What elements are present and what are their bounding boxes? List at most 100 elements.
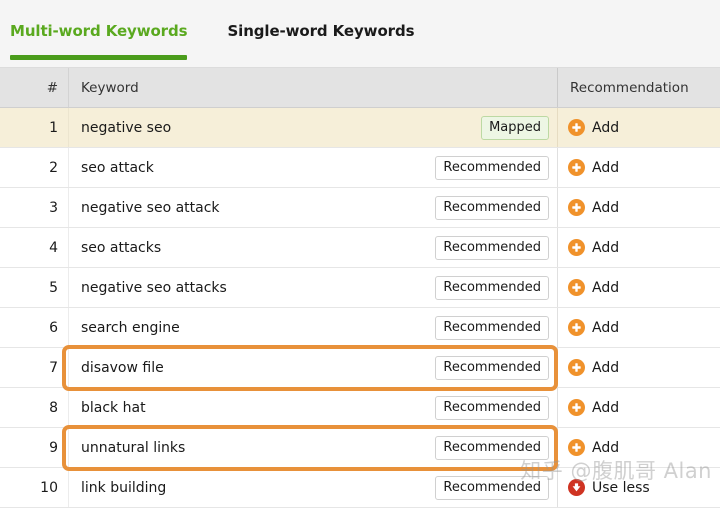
row-number: 2 <box>49 159 58 176</box>
tab-bar: Multi-word Keywords Single-word Keywords <box>0 0 720 68</box>
keyword-text: negative seo <box>81 119 172 136</box>
plus-circle-icon <box>568 159 585 176</box>
add-button[interactable]: Add <box>568 119 619 136</box>
table-row[interactable]: 10 link building Recommended Use less <box>0 468 720 508</box>
action-label: Add <box>592 279 620 296</box>
action-label: Add <box>592 399 620 416</box>
tab-single-word-keywords[interactable]: Single-word Keywords <box>203 0 428 67</box>
table-row[interactable]: 1 negative seo Mapped Add <box>0 108 720 148</box>
add-button[interactable]: Add <box>568 359 619 376</box>
keyword-cell: black hat Recommended <box>68 388 557 427</box>
action-label: Add <box>592 359 620 376</box>
action-label: Add <box>592 439 620 456</box>
tab-multi-word-keywords[interactable]: Multi-word Keywords <box>10 0 203 67</box>
column-header-keyword: Keyword <box>68 68 557 107</box>
recommendation-cell: Add <box>557 188 720 227</box>
table-row[interactable]: 5 negative seo attacks Recommended Add <box>0 268 720 308</box>
keyword-text: negative seo attacks <box>81 279 227 296</box>
add-button[interactable]: Add <box>568 159 619 176</box>
recommendation-cell: Add <box>557 388 720 427</box>
table-row[interactable]: 4 seo attacks Recommended Add <box>0 228 720 268</box>
status-badge: Recommended <box>435 275 549 300</box>
add-button[interactable]: Add <box>568 399 619 416</box>
recommendation-cell: Add <box>557 348 720 387</box>
status-badge: Mapped <box>481 115 549 140</box>
status-badge: Recommended <box>435 475 549 500</box>
action-label: Add <box>592 239 620 256</box>
action-label: Use less <box>592 479 650 496</box>
action-label: Add <box>592 159 620 176</box>
keyword-text: negative seo attack <box>81 199 220 216</box>
table-row[interactable]: 6 search engine Recommended Add <box>0 308 720 348</box>
status-badge: Recommended <box>435 195 549 220</box>
row-number: 3 <box>49 199 58 216</box>
keyword-cell: search engine Recommended <box>68 308 557 347</box>
table-row[interactable]: 9 unnatural links Recommended Add <box>0 428 720 468</box>
tab-label: Multi-word Keywords <box>10 22 188 40</box>
recommendation-cell: Add <box>557 148 720 187</box>
recommendation-cell: Add <box>557 108 720 147</box>
status-badge: Recommended <box>435 315 549 340</box>
action-label: Add <box>592 319 620 336</box>
row-number: 5 <box>49 279 58 296</box>
status-badge: Recommended <box>435 155 549 180</box>
keyword-text: seo attacks <box>81 239 162 256</box>
add-button[interactable]: Add <box>568 439 619 456</box>
plus-circle-icon <box>568 239 585 256</box>
recommendation-cell: Add <box>557 428 720 467</box>
keyword-text: unnatural links <box>81 439 186 456</box>
table-header-row: # Keyword Recommendation <box>0 68 720 108</box>
tab-label: Single-word Keywords <box>227 22 415 40</box>
column-header-recommendation: Recommendation <box>557 68 720 107</box>
recommendation-cell: Add <box>557 308 720 347</box>
plus-circle-icon <box>568 439 585 456</box>
plus-circle-icon <box>568 279 585 296</box>
recommendation-cell: Use less <box>557 468 720 507</box>
keyword-text: link building <box>81 479 167 496</box>
keyword-cell: negative seo Mapped <box>68 108 557 147</box>
keyword-cell: unnatural links Recommended <box>68 428 557 467</box>
row-number: 10 <box>40 479 58 496</box>
table-row[interactable]: 8 black hat Recommended Add <box>0 388 720 428</box>
keyword-cell: link building Recommended <box>68 468 557 507</box>
keyword-text: disavow file <box>81 359 164 376</box>
action-label: Add <box>592 199 620 216</box>
add-button[interactable]: Add <box>568 239 619 256</box>
arrow-down-circle-icon <box>568 479 585 496</box>
add-button[interactable]: Add <box>568 279 619 296</box>
table-row[interactable]: 2 seo attack Recommended Add <box>0 148 720 188</box>
add-button[interactable]: Add <box>568 319 619 336</box>
table-body: 1 negative seo Mapped Add 2 seo attack Recomme… <box>0 108 720 508</box>
row-number: 9 <box>49 439 58 456</box>
keyword-text: search engine <box>81 319 180 336</box>
keyword-recommendations-panel: Multi-word Keywords Single-word Keywords… <box>0 0 720 508</box>
recommendation-cell: Add <box>557 228 720 267</box>
table-row[interactable]: 3 negative seo attack Recommended Add <box>0 188 720 228</box>
tab-list: Multi-word Keywords Single-word Keywords <box>10 0 720 67</box>
plus-circle-icon <box>568 359 585 376</box>
status-badge: Recommended <box>435 435 549 460</box>
row-number: 4 <box>49 239 58 256</box>
recommendation-cell: Add <box>557 268 720 307</box>
row-number: 1 <box>49 119 58 136</box>
status-badge: Recommended <box>435 235 549 260</box>
plus-circle-icon <box>568 319 585 336</box>
active-tab-indicator <box>10 55 188 60</box>
status-badge: Recommended <box>435 355 549 380</box>
keyword-text: seo attack <box>81 159 154 176</box>
status-badge: Recommended <box>435 395 549 420</box>
keyword-cell: seo attack Recommended <box>68 148 557 187</box>
keyword-text: black hat <box>81 399 146 416</box>
plus-circle-icon <box>568 399 585 416</box>
action-label: Add <box>592 119 620 136</box>
add-button[interactable]: Add <box>568 199 619 216</box>
use-less-button[interactable]: Use less <box>568 479 650 496</box>
row-number: 7 <box>49 359 58 376</box>
row-number: 6 <box>49 319 58 336</box>
column-header-number: # <box>46 79 58 96</box>
plus-circle-icon <box>568 199 585 216</box>
table-row[interactable]: 7 disavow file Recommended Add <box>0 348 720 388</box>
keyword-cell: negative seo attack Recommended <box>68 188 557 227</box>
keyword-cell: seo attacks Recommended <box>68 228 557 267</box>
keyword-cell: disavow file Recommended <box>68 348 557 387</box>
